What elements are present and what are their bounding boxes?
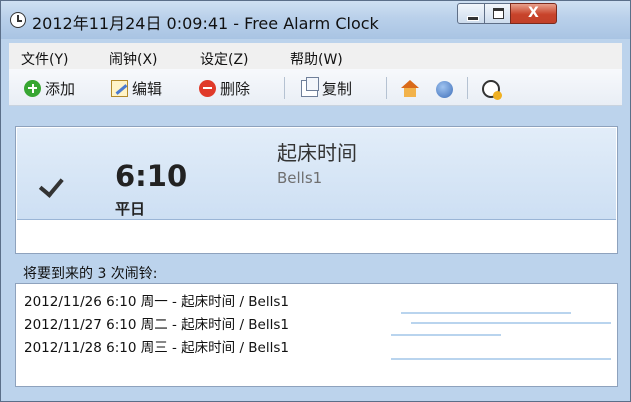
- copy-button[interactable]: 复制: [301, 76, 353, 99]
- minimize-button[interactable]: [457, 3, 485, 24]
- copy-icon: [301, 76, 319, 97]
- window-title: 2012年11月24日 0:09:41 - Free Alarm Clock: [32, 14, 379, 33]
- background-glare: [401, 312, 571, 314]
- toolbar: 添加 编辑 删除 复制: [9, 69, 622, 106]
- toolbar-separator: [386, 77, 387, 99]
- home-icon[interactable]: [401, 80, 419, 98]
- delete-label: 删除: [220, 79, 251, 98]
- edit-button[interactable]: 编辑: [111, 77, 162, 99]
- alarm-row[interactable]: 6:10 平日 起床时间 Bells1: [17, 128, 616, 220]
- alarm-sound: Bells1: [277, 169, 323, 187]
- add-icon: [24, 79, 41, 97]
- close-icon: X: [528, 5, 539, 21]
- maximize-icon: [493, 8, 504, 19]
- delete-icon: [199, 79, 216, 97]
- edit-label: 编辑: [132, 79, 163, 98]
- background-glare: [391, 358, 611, 360]
- toolbar-separator: [284, 77, 285, 99]
- close-button[interactable]: X: [510, 3, 557, 24]
- minimize-icon: [467, 16, 479, 21]
- upcoming-list: 2012/11/26 6:10 周一 - 起床时间 / Bells1 2012/…: [15, 283, 618, 387]
- delete-button[interactable]: 删除: [199, 77, 250, 99]
- upcoming-item: 2012/11/26 6:10 周一 - 起床时间 / Bells1: [24, 294, 289, 310]
- menu-settings[interactable]: 设定(Z): [200, 49, 249, 69]
- clock-settings-icon[interactable]: [482, 80, 502, 100]
- upcoming-title: 将要到来的 3 次闹铃:: [23, 266, 158, 282]
- menu-file[interactable]: 文件(Y): [21, 49, 68, 69]
- alarm-label: 起床时间: [277, 141, 357, 165]
- menu-alarm[interactable]: 闹钟(X): [109, 49, 158, 69]
- add-label: 添加: [45, 79, 76, 98]
- menu-bar: 文件(Y) 闹钟(X) 设定(Z) 帮助(W): [9, 43, 622, 69]
- add-button[interactable]: 添加: [24, 77, 75, 99]
- toolbar-separator: [467, 77, 468, 99]
- upcoming-item: 2012/11/28 6:10 周三 - 起床时间 / Bells1: [24, 340, 289, 356]
- help-icon[interactable]: [436, 81, 453, 98]
- background-glare: [411, 322, 611, 324]
- title-bar[interactable]: 2012年11月24日 0:09:41 - Free Alarm Clock X: [1, 1, 630, 39]
- alarm-list[interactable]: 6:10 平日 起床时间 Bells1: [15, 126, 618, 254]
- alarm-repeat: 平日: [115, 200, 146, 218]
- app-window: 2012年11月24日 0:09:41 - Free Alarm Clock X…: [0, 0, 631, 402]
- edit-icon: [111, 79, 128, 97]
- maximize-button[interactable]: [484, 3, 511, 24]
- menu-help[interactable]: 帮助(W): [290, 49, 343, 69]
- alarm-enabled-checkbox[interactable]: [51, 168, 73, 186]
- upcoming-item: 2012/11/27 6:10 周二 - 起床时间 / Bells1: [24, 317, 289, 333]
- copy-label: 复制: [322, 79, 353, 98]
- background-glare: [391, 334, 501, 336]
- alarm-clock-icon[interactable]: [10, 12, 26, 28]
- alarm-time: 6:10: [115, 159, 188, 193]
